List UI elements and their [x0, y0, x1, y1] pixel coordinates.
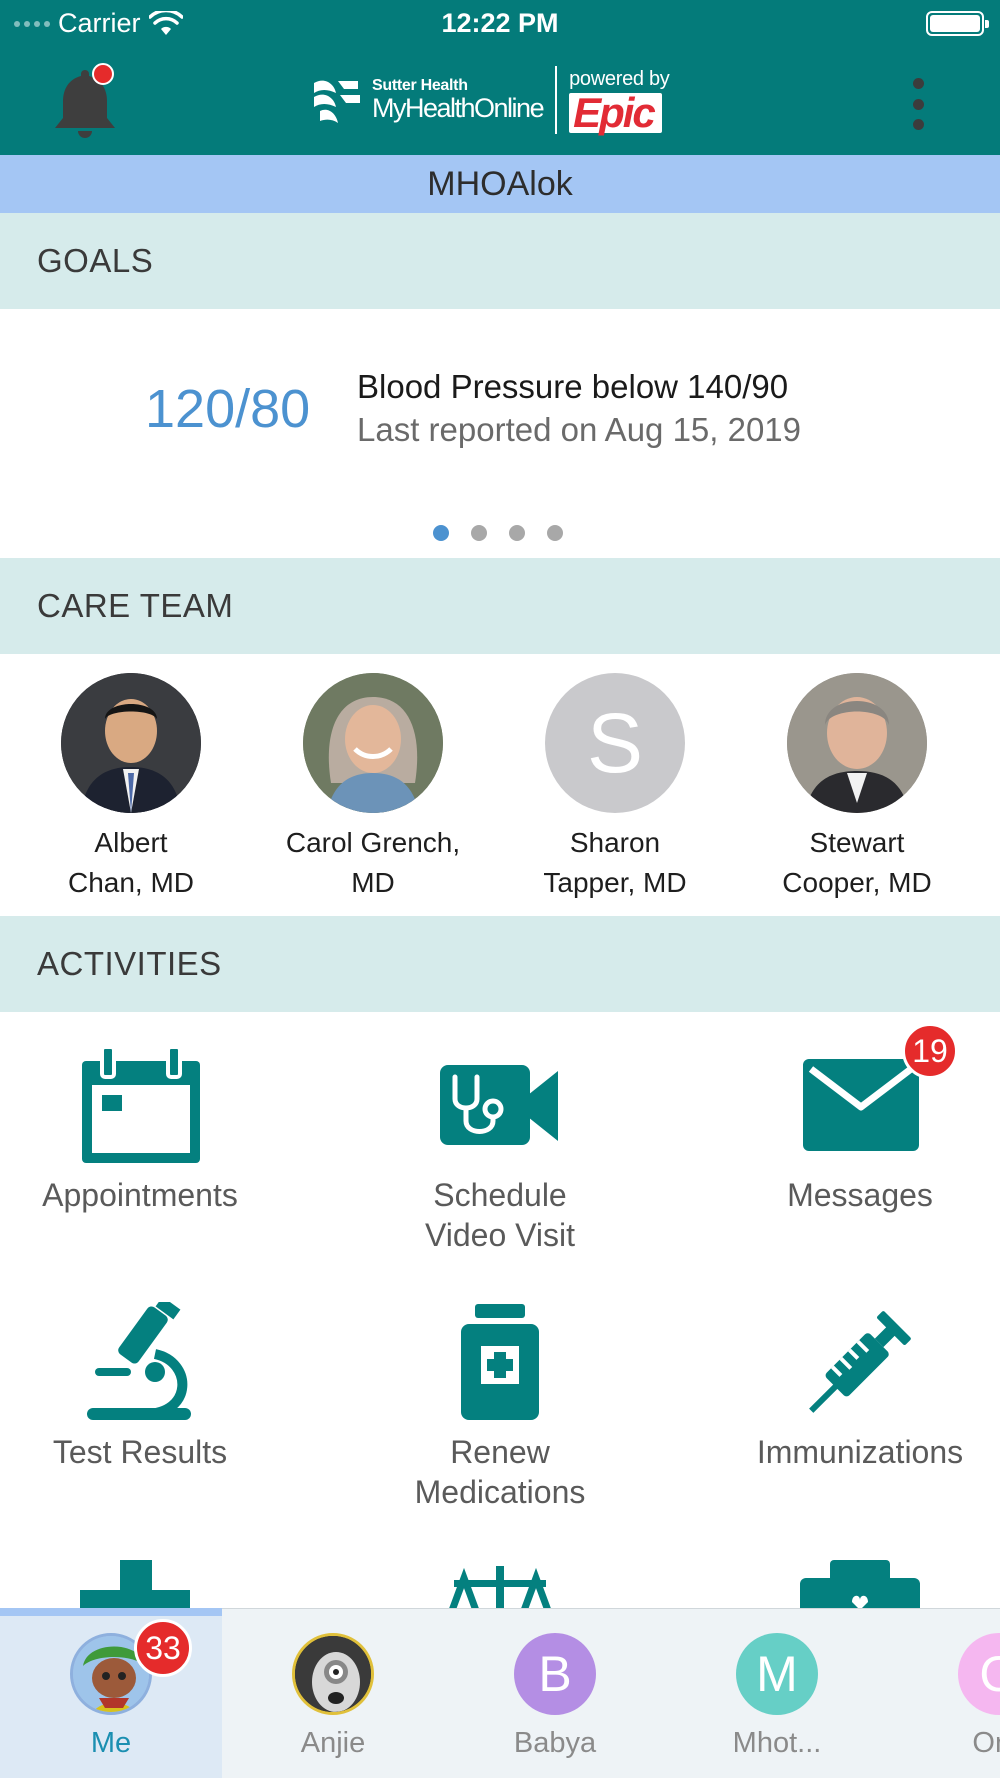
page-dot[interactable]: [509, 525, 525, 541]
activity-label: Test Results: [52, 1434, 228, 1470]
status-bar: Carrier 12:22 PM: [0, 0, 1000, 48]
notification-dot: [92, 63, 114, 85]
provider-name-line1: Carol Grench,: [285, 827, 461, 858]
patient-switcher-tab-bar: 33 Me Anjie B Babya M Mhot... O Onc: [0, 1608, 1000, 1778]
provider-initial-avatar: S: [545, 673, 685, 813]
tab-badge: 33: [134, 1619, 192, 1677]
logo-powered-by: powered by: [569, 67, 670, 90]
page-dot[interactable]: [433, 525, 449, 541]
schedule-video-visit-button[interactable]: Schedule Video Visit: [330, 1045, 670, 1255]
goal-title: Blood Pressure below 140/90: [357, 368, 789, 405]
more-menu-icon[interactable]: [912, 78, 924, 130]
goal-value: 120/80: [145, 379, 311, 439]
calendar-icon: [82, 1045, 200, 1163]
avatar: [292, 1633, 374, 1715]
messages-unread-badge: 19: [902, 1023, 958, 1079]
activity-label-line1: Schedule: [433, 1177, 567, 1213]
provider-name-line2: Chan, MD: [67, 867, 195, 898]
microscope-icon: [87, 1296, 191, 1420]
provider-carol-grench[interactable]: Carol Grench, MD: [263, 673, 483, 903]
care-team-section-title: CARE TEAM: [0, 558, 1000, 654]
provider-photo: [61, 673, 201, 813]
tab-babya[interactable]: B Babya: [444, 1609, 666, 1778]
logo-epic: Epic: [569, 91, 662, 133]
provider-sharon-tapper[interactable]: S Sharon Tapper, MD: [505, 673, 725, 903]
provider-stewart-cooper[interactable]: Stewart Cooper, MD: [747, 673, 967, 903]
test-results-button[interactable]: Test Results: [0, 1296, 310, 1472]
tab-label: Onc: [972, 1727, 1000, 1759]
provider-albert-chan[interactable]: Albert Chan, MD: [21, 673, 241, 903]
tab-mhot[interactable]: M Mhot...: [666, 1609, 888, 1778]
logo-brand-name: MyHealthOnline: [372, 92, 545, 123]
avatar: B: [514, 1633, 596, 1715]
app-logo: Sutter Health MyHealthOnline powered by …: [310, 62, 670, 138]
video-stethoscope-icon: [440, 1065, 558, 1145]
provider-name-line1: Stewart: [809, 827, 905, 858]
activity-label: Immunizations: [756, 1434, 964, 1470]
medicine-bottle-icon: [461, 1304, 539, 1420]
app-header: Carrier 12:22 PM Sutter Health MyHealthO…: [0, 0, 1000, 155]
goals-page-indicator[interactable]: [433, 525, 563, 541]
renew-medications-button[interactable]: Renew Medications: [330, 1302, 670, 1512]
activity-label-line2: Video Visit: [424, 1217, 576, 1253]
tab-label: Anjie: [300, 1727, 366, 1759]
patient-name: MHOAlok: [0, 155, 1000, 213]
tab-label: Babya: [513, 1727, 597, 1759]
battery-icon: [926, 11, 989, 36]
goal-last-reported: Last reported on Aug 15, 2019: [357, 411, 802, 448]
status-time: 12:22 PM: [441, 8, 559, 38]
page-dot[interactable]: [547, 525, 563, 541]
page-dot[interactable]: [471, 525, 487, 541]
avatar: O: [958, 1633, 1000, 1715]
activities-section-title: ACTIVITIES: [0, 916, 1000, 1012]
immunizations-button[interactable]: Immunizations: [690, 1302, 1000, 1472]
activity-label: Appointments: [42, 1177, 238, 1213]
activity-label: Messages: [787, 1177, 933, 1213]
goals-section-title: GOALS: [0, 213, 1000, 309]
logo-divider: [555, 66, 558, 134]
provider-photo: [303, 673, 443, 813]
provider-name-line1: Sharon: [569, 827, 661, 858]
provider-name-line1: Albert: [94, 827, 168, 858]
syringe-icon: [809, 1311, 911, 1413]
tab-onc[interactable]: O Onc: [888, 1609, 1000, 1778]
provider-photo: [787, 673, 927, 813]
activity-label-line1: Renew: [450, 1434, 550, 1470]
provider-name-line2: Cooper, MD: [782, 867, 932, 898]
activity-label-line2: Medications: [414, 1474, 586, 1510]
avatar: M: [736, 1633, 818, 1715]
tab-me[interactable]: 33 Me: [0, 1608, 222, 1778]
messages-button[interactable]: 19 Messages: [690, 1023, 1000, 1215]
provider-name-line2: MD: [351, 867, 395, 898]
provider-name-line2: Tapper, MD: [543, 867, 687, 898]
sutter-health-logo-icon: [314, 80, 360, 123]
tab-label: Mhot...: [732, 1727, 822, 1759]
tab-label: Me: [90, 1727, 132, 1759]
appointments-button[interactable]: Appointments: [0, 1045, 310, 1215]
tab-anjie[interactable]: Anjie: [222, 1609, 444, 1778]
